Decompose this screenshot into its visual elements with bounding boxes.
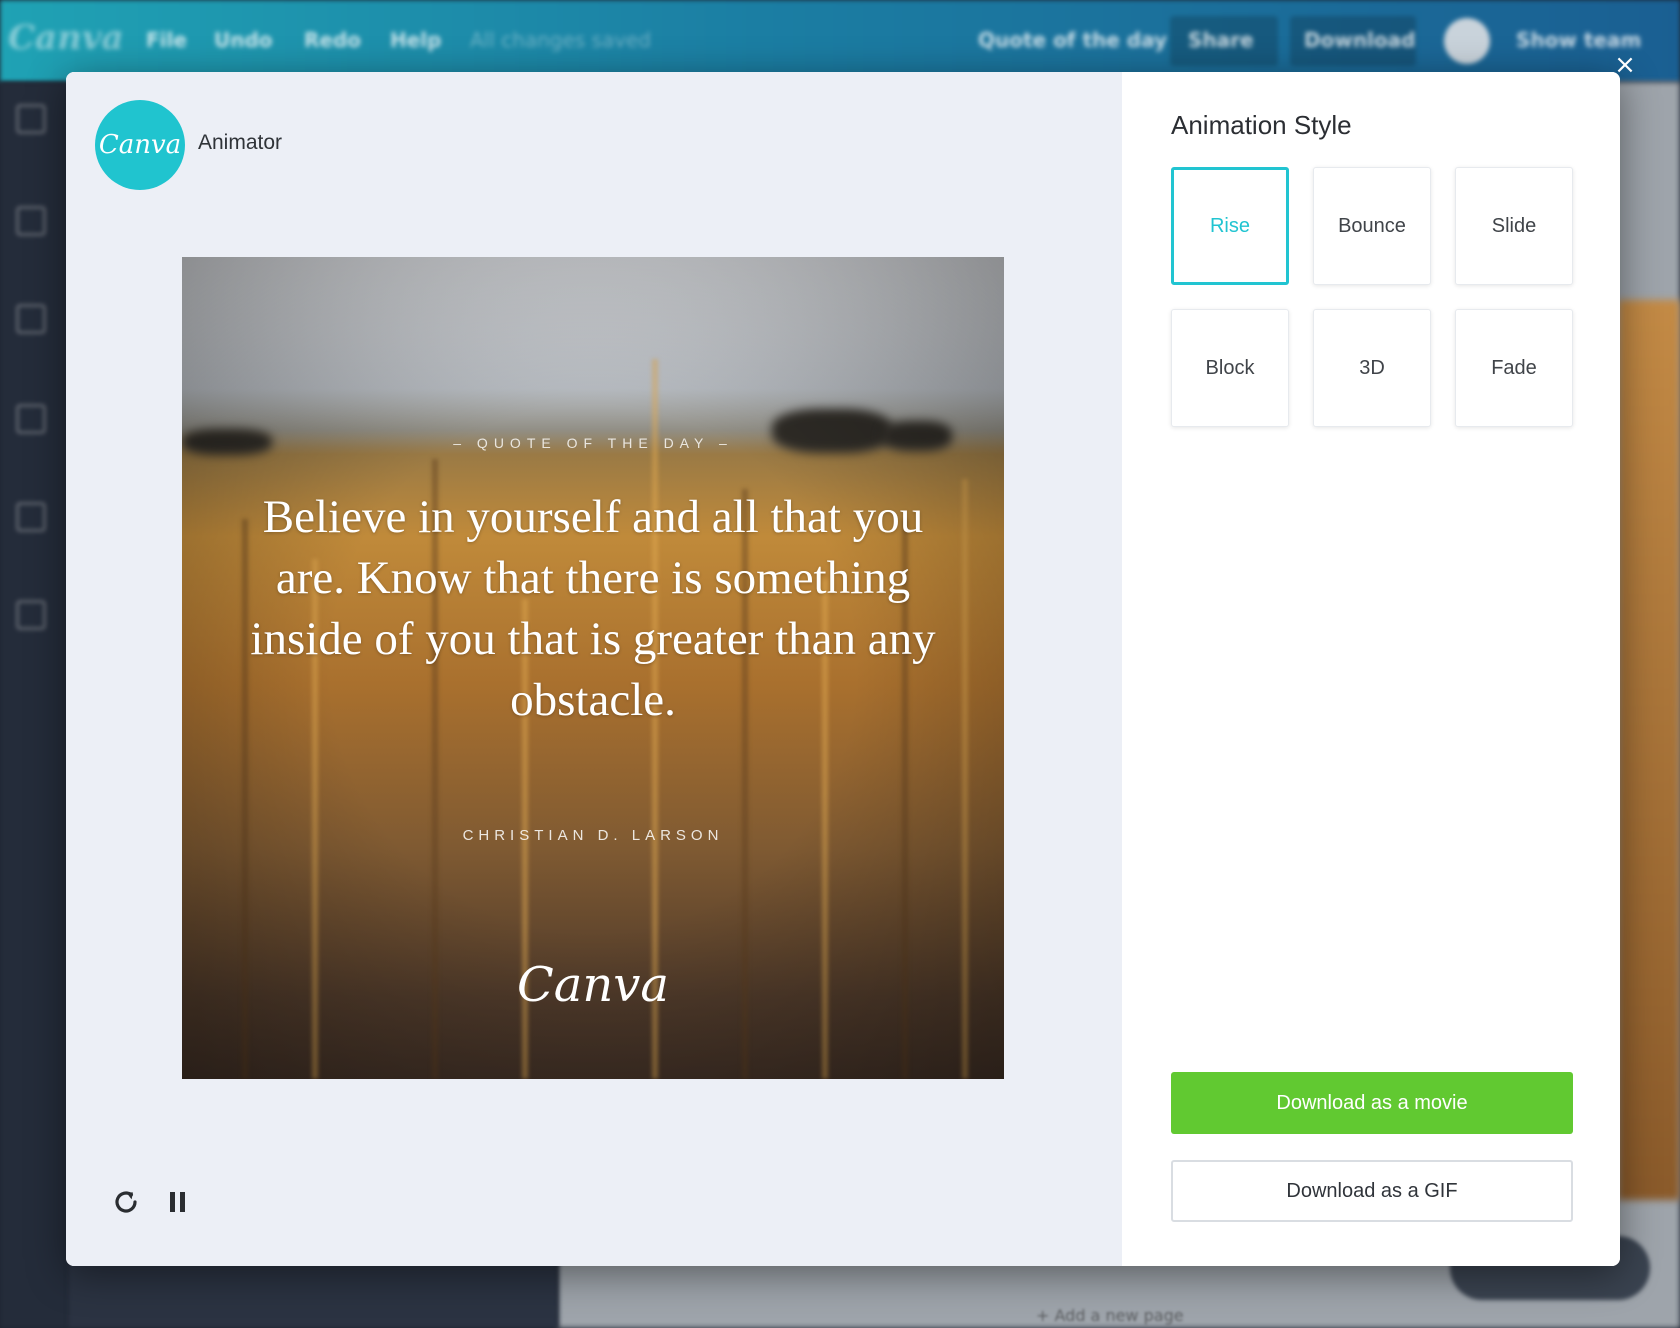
style-option-block[interactable]: Block [1171, 309, 1289, 427]
animation-style-heading: Animation Style [1171, 110, 1352, 140]
quote-author: CHRISTIAN D. LARSON [462, 827, 724, 844]
animator-modal: Canva Animator – QUOTE OF THE DAY – Beli… [66, 72, 1620, 1266]
avatar [1444, 18, 1490, 64]
replay-icon [115, 1191, 137, 1213]
save-status: All changes saved [470, 28, 652, 52]
modal-title: Animator [198, 131, 283, 154]
options-pane: Animation Style Rise Bounce Slide Block … [1122, 72, 1620, 1266]
quote-kicker: – QUOTE OF THE DAY – [453, 435, 733, 451]
pause-icon [170, 1192, 185, 1212]
text-icon [16, 404, 46, 434]
elements-icon [16, 304, 46, 334]
design-canva-logo: Canva [517, 957, 669, 1013]
menu-help: Help [390, 28, 442, 52]
uploads-icon [16, 600, 46, 630]
canva-logo: Canva [95, 100, 185, 190]
download-gif-button[interactable]: Download as a GIF [1171, 1160, 1573, 1222]
menu-redo: Redo [304, 28, 362, 52]
layouts-icon [16, 206, 46, 236]
document-title: Quote of the day [978, 28, 1168, 52]
share-label: Share [1188, 28, 1254, 52]
app-logo: Canva [8, 18, 124, 58]
close-icon[interactable]: × [1610, 50, 1640, 80]
preview-pane: Canva Animator – QUOTE OF THE DAY – Beli… [66, 72, 1122, 1266]
add-page-link: + Add a new page [1036, 1306, 1184, 1325]
menu-file: File [146, 28, 187, 52]
editor-canvas-image [1618, 300, 1680, 1200]
app-sidebar [0, 82, 68, 1328]
background-icon [16, 502, 46, 532]
style-option-3d[interactable]: 3D [1313, 309, 1431, 427]
pause-button[interactable] [158, 1182, 198, 1222]
app-topbar: Canva File Undo Redo Help All changes sa… [0, 0, 1680, 82]
download-movie-button[interactable]: Download as a movie [1171, 1072, 1573, 1134]
search-icon [16, 104, 46, 134]
design-preview: – QUOTE OF THE DAY – Believe in yourself… [182, 257, 1004, 1079]
replay-button[interactable] [106, 1182, 146, 1222]
download-label: Download [1304, 28, 1416, 52]
team-label: Show team [1516, 28, 1642, 52]
style-option-rise[interactable]: Rise [1171, 167, 1289, 285]
style-option-fade[interactable]: Fade [1455, 309, 1573, 427]
style-option-slide[interactable]: Slide [1455, 167, 1573, 285]
quote-text: Believe in yourself and all that you are… [250, 491, 936, 726]
style-option-bounce[interactable]: Bounce [1313, 167, 1431, 285]
menu-undo: Undo [214, 28, 273, 52]
